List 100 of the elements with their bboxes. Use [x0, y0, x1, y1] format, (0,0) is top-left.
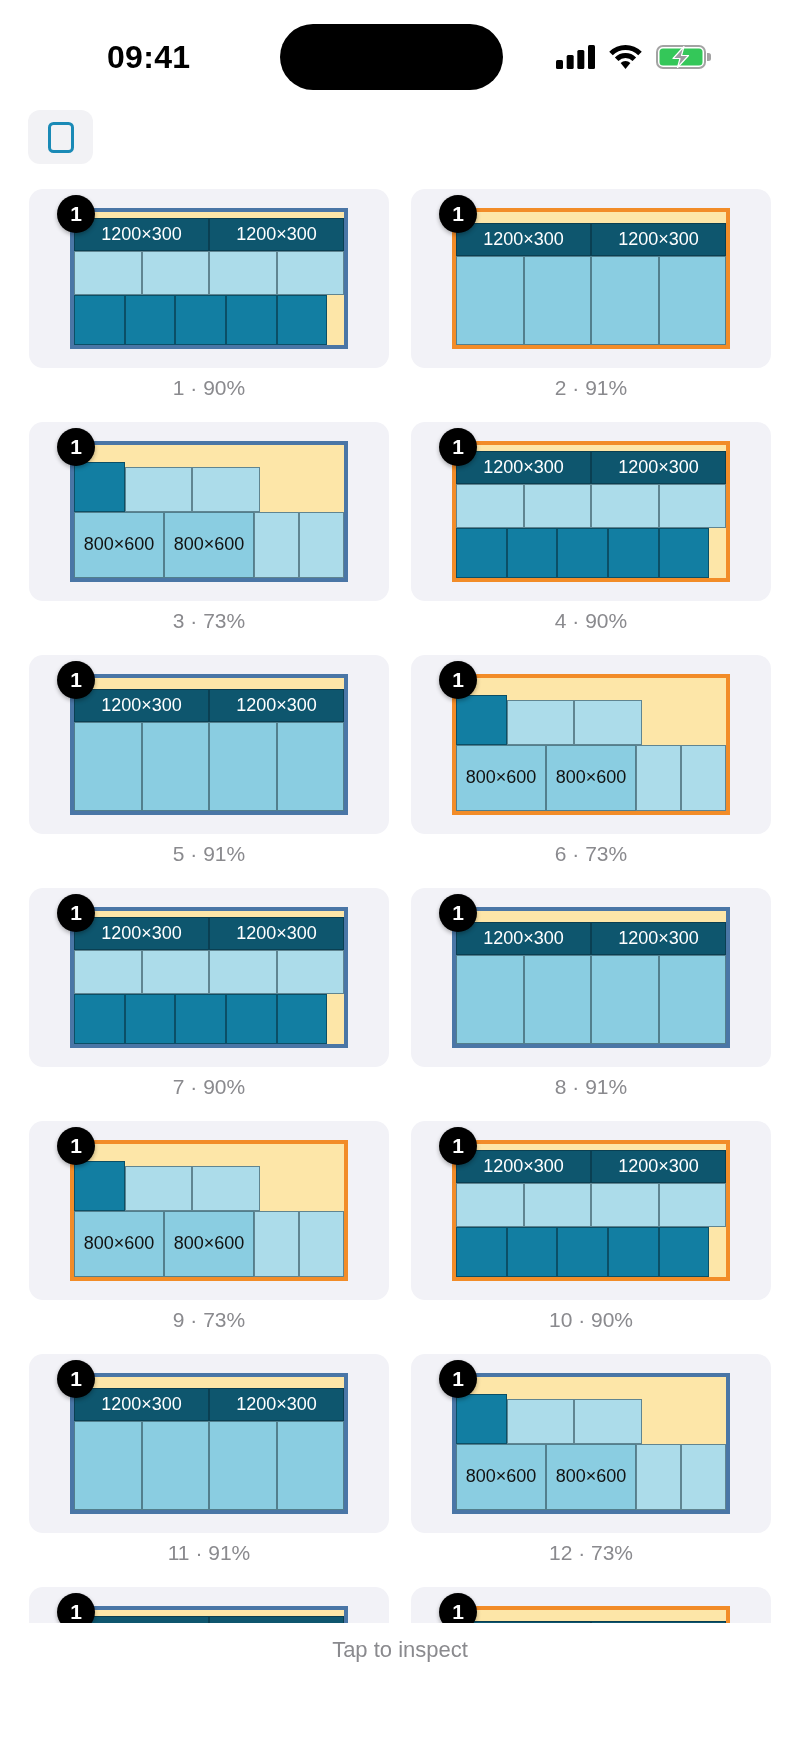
layout-tile	[74, 295, 125, 345]
layout-tile	[124, 295, 176, 345]
layout-tile	[506, 1399, 575, 1444]
number-badge: 1	[439, 1593, 477, 1623]
layout-tile	[124, 994, 176, 1044]
layout-tile	[456, 483, 524, 529]
layout-caption: 9 · 73%	[171, 1307, 247, 1333]
layout-tile	[456, 1227, 507, 1277]
layout-caption: 2 · 91%	[553, 375, 629, 401]
layout-tile: 1200×300	[591, 450, 726, 484]
layout-tile	[636, 744, 681, 811]
layout-tile: 1200×300	[209, 1388, 344, 1422]
layout-tile	[124, 467, 193, 512]
layout-tile	[681, 744, 726, 811]
layout-card[interactable]: 800×600 800×600 1	[29, 1121, 389, 1300]
layout-tile: 800×600	[74, 1210, 164, 1277]
layout-tile: 800×600	[456, 744, 546, 811]
layout-tile: 1200×300	[209, 916, 344, 950]
layout-tile: 1200×300	[456, 922, 591, 956]
layout-tile	[209, 250, 277, 296]
layout-tile	[225, 295, 277, 345]
layout-card[interactable]: 1	[29, 1587, 389, 1623]
number-badge: 1	[57, 661, 95, 699]
layout-caption: 11 · 91%	[166, 1540, 252, 1566]
layout-tile	[192, 467, 260, 512]
layout-caption: 1 · 90%	[171, 375, 247, 401]
number-badge: 1	[439, 894, 477, 932]
layout-card[interactable]: 800×600 800×600 1	[411, 655, 771, 834]
signal-icon	[556, 45, 595, 69]
layout-caption: 5 · 91%	[171, 841, 247, 867]
layout-caption: 6 · 73%	[553, 841, 629, 867]
layout-tile	[74, 994, 125, 1044]
layout-card[interactable]: 1200×300 1200×300 1	[29, 1354, 389, 1533]
layout-tile: 1200×300	[591, 1149, 726, 1183]
layout-tile	[74, 1160, 125, 1211]
status-time: 09:41	[107, 38, 191, 75]
layout-tile	[276, 295, 328, 345]
wifi-icon	[608, 45, 643, 69]
layout-tile: 1200×300	[209, 217, 344, 251]
layout-tile	[557, 528, 608, 578]
number-badge: 1	[57, 1593, 95, 1623]
layout-tile	[192, 1166, 260, 1211]
layout-tile	[276, 250, 344, 296]
layout-card[interactable]: 1200×300 1200×300 1	[411, 189, 771, 368]
layout-tile	[276, 994, 328, 1044]
layout-tile	[74, 461, 125, 512]
layout-tile	[574, 1399, 642, 1444]
layout-tile	[506, 700, 575, 745]
frame-button[interactable]	[28, 110, 93, 164]
layout-tile: 1200×300	[74, 689, 209, 723]
layout-card[interactable]: 1	[411, 1587, 771, 1623]
layout-tile	[124, 1166, 193, 1211]
layout-tile	[523, 483, 591, 529]
layout-tile: 800×600	[164, 511, 254, 578]
layout-caption: 10 · 90%	[547, 1307, 635, 1333]
layout-tile	[175, 295, 226, 345]
layout-tile: 1200×300	[591, 922, 726, 956]
layout-tile	[574, 700, 642, 745]
layout-tile	[658, 483, 726, 529]
layout-tile: 1200×300	[591, 223, 726, 257]
layout-card[interactable]: 1200×300 1200×300 1	[29, 655, 389, 834]
layout-tile	[74, 949, 142, 995]
layout-tile: 800×600	[164, 1210, 254, 1277]
layout-tile	[456, 694, 507, 745]
layout-tile	[209, 949, 277, 995]
layout-card[interactable]: 1200×300 1200×300 1	[411, 888, 771, 1067]
layout-card[interactable]: 800×600 800×600 1	[411, 1354, 771, 1533]
number-badge: 1	[439, 1360, 477, 1398]
layout-tile	[175, 994, 226, 1044]
layout-tile: 800×600	[456, 1443, 546, 1510]
layout-tile	[658, 1182, 726, 1228]
layout-card[interactable]: 800×600 800×600 1	[29, 422, 389, 601]
number-badge: 1	[57, 1360, 95, 1398]
layout-tile	[658, 1227, 710, 1277]
number-badge: 1	[57, 428, 95, 466]
layout-tile	[591, 1182, 659, 1228]
layout-tile	[456, 1393, 507, 1444]
layout-tile	[299, 1210, 344, 1277]
layout-caption: 12 · 73%	[547, 1540, 635, 1566]
layout-tile	[74, 250, 142, 296]
layout-tile	[557, 1227, 608, 1277]
battery-icon	[656, 45, 712, 69]
layout-tile	[636, 1443, 681, 1510]
layout-tile: 1200×300	[456, 223, 591, 257]
number-badge: 1	[439, 195, 477, 233]
layout-tile	[506, 1227, 558, 1277]
hint-text: Tap to inspect	[332, 1637, 468, 1662]
layout-tile	[681, 1443, 726, 1510]
layout-tile	[225, 994, 277, 1044]
layout-tile: 800×600	[74, 511, 164, 578]
layout-tile: 800×600	[546, 744, 636, 811]
layout-tile	[276, 949, 344, 995]
layout-tile	[591, 483, 659, 529]
layout-tile: 800×600	[546, 1443, 636, 1510]
layout-tile	[658, 528, 710, 578]
layout-tile	[254, 511, 299, 578]
layout-tile: 1200×300	[209, 689, 344, 723]
layout-tile	[456, 528, 507, 578]
layout-tile	[607, 528, 659, 578]
layout-tile	[456, 1182, 524, 1228]
